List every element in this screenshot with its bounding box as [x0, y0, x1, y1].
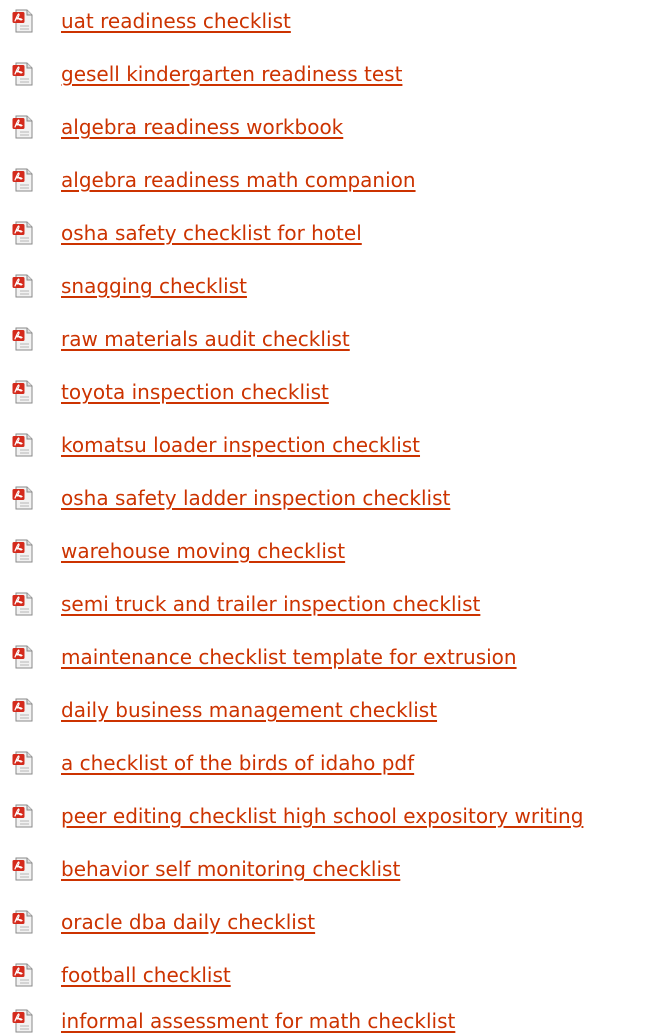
document-link[interactable]: osha safety checklist for hotel: [61, 218, 362, 248]
pdf-file-icon: [12, 274, 34, 298]
list-item: raw materials audit checklist: [12, 324, 350, 354]
pdf-file-icon: [12, 698, 34, 722]
document-link[interactable]: raw materials audit checklist: [61, 324, 350, 354]
list-item: behavior self monitoring checklist: [12, 854, 400, 884]
list-item: algebra readiness math companion: [12, 165, 416, 195]
list-item: daily business management checklist: [12, 695, 437, 725]
pdf-file-icon: [12, 1009, 34, 1033]
document-link[interactable]: behavior self monitoring checklist: [61, 854, 400, 884]
pdf-file-icon: [12, 62, 34, 86]
pdf-file-icon: [12, 645, 34, 669]
document-link[interactable]: komatsu loader inspection checklist: [61, 430, 420, 460]
document-link[interactable]: gesell kindergarten readiness test: [61, 59, 402, 89]
document-link[interactable]: a checklist of the birds of idaho pdf: [61, 748, 414, 778]
document-link[interactable]: maintenance checklist template for extru…: [61, 642, 517, 672]
list-item: uat readiness checklist: [12, 6, 291, 36]
pdf-file-icon: [12, 168, 34, 192]
pdf-file-icon: [12, 910, 34, 934]
pdf-file-icon: [12, 486, 34, 510]
pdf-file-icon: [12, 963, 34, 987]
list-item: algebra readiness workbook: [12, 112, 343, 142]
pdf-file-icon: [12, 115, 34, 139]
document-link[interactable]: osha safety ladder inspection checklist: [61, 483, 450, 513]
pdf-file-icon: [12, 9, 34, 33]
document-link[interactable]: daily business management checklist: [61, 695, 437, 725]
document-link[interactable]: oracle dba daily checklist: [61, 907, 315, 937]
list-item: maintenance checklist template for extru…: [12, 642, 517, 672]
document-link[interactable]: football checklist: [61, 960, 231, 990]
list-item: snagging checklist: [12, 271, 247, 301]
list-item: osha safety checklist for hotel: [12, 218, 362, 248]
pdf-file-icon: [12, 751, 34, 775]
list-item: oracle dba daily checklist: [12, 907, 315, 937]
document-link[interactable]: toyota inspection checklist: [61, 377, 329, 407]
document-link[interactable]: informal assessment for math checklist: [61, 1006, 455, 1036]
list-item: toyota inspection checklist: [12, 377, 329, 407]
document-link[interactable]: semi truck and trailer inspection checkl…: [61, 589, 480, 619]
document-link[interactable]: algebra readiness workbook: [61, 112, 343, 142]
list-item: osha safety ladder inspection checklist: [12, 483, 450, 513]
pdf-file-icon: [12, 804, 34, 828]
pdf-file-icon: [12, 857, 34, 881]
list-item: gesell kindergarten readiness test: [12, 59, 402, 89]
pdf-file-icon: [12, 592, 34, 616]
document-link[interactable]: warehouse moving checklist: [61, 536, 345, 566]
list-item: semi truck and trailer inspection checkl…: [12, 589, 480, 619]
list-item: peer editing checklist high school expos…: [12, 801, 583, 831]
list-item: a checklist of the birds of idaho pdf: [12, 748, 414, 778]
document-link[interactable]: snagging checklist: [61, 271, 247, 301]
pdf-file-icon: [12, 380, 34, 404]
pdf-file-icon: [12, 433, 34, 457]
pdf-file-icon: [12, 327, 34, 351]
list-item: warehouse moving checklist: [12, 536, 345, 566]
pdf-file-icon: [12, 221, 34, 245]
document-link[interactable]: algebra readiness math companion: [61, 165, 416, 195]
list-item: football checklist: [12, 960, 231, 990]
list-item: komatsu loader inspection checklist: [12, 430, 420, 460]
document-link[interactable]: peer editing checklist high school expos…: [61, 801, 583, 831]
list-item: informal assessment for math checklist: [12, 1006, 455, 1036]
document-link[interactable]: uat readiness checklist: [61, 6, 291, 36]
pdf-file-icon: [12, 539, 34, 563]
